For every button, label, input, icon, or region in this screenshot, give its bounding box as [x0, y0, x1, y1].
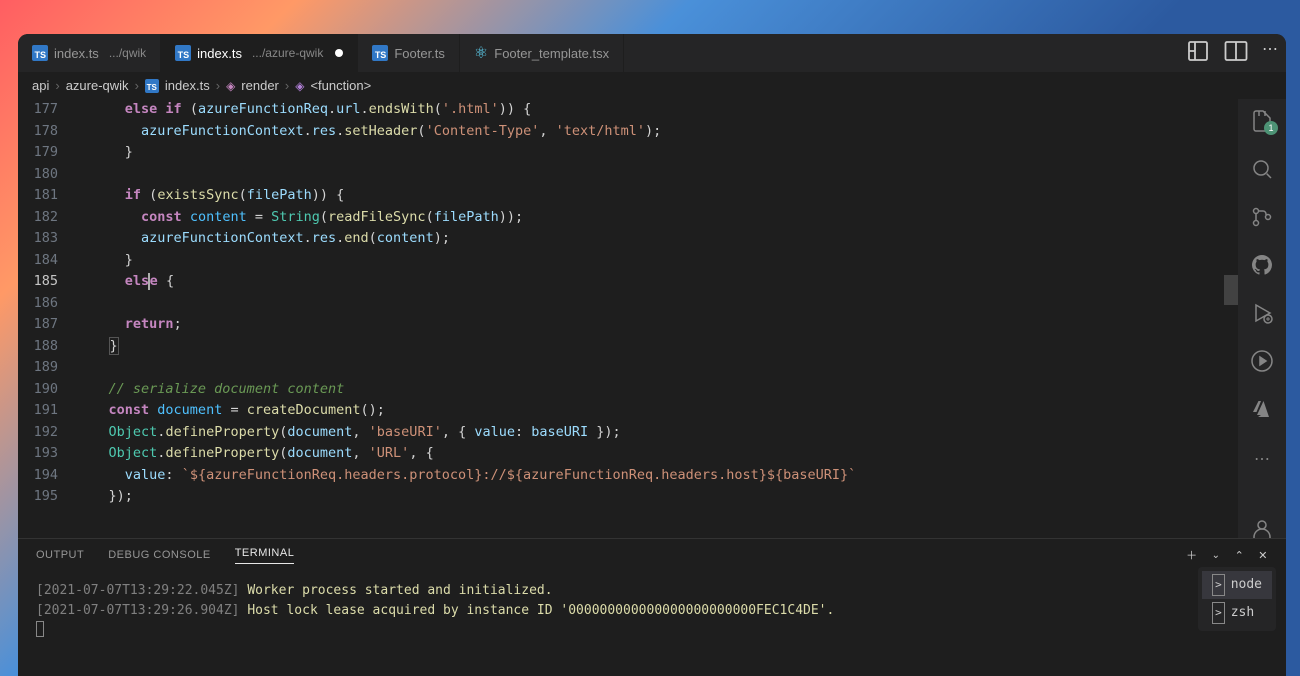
new-terminal-icon[interactable]: ＋ [1186, 547, 1198, 563]
tab-footer-template[interactable]: ⚛ Footer_template.tsx [460, 34, 624, 72]
method-icon: ◈ [226, 79, 235, 93]
tab-footer-ts[interactable]: TS Footer.ts [358, 34, 460, 72]
panel-tabs: OUTPUT DEBUG CONSOLE TERMINAL ＋ ⌄ ⌃ ✕ [18, 539, 1286, 571]
azure-icon[interactable] [1248, 397, 1276, 421]
terminal-timestamp: [2021-07-07T13:29:26.904Z] [36, 603, 240, 618]
tab-path: .../azure-qwik [252, 46, 323, 60]
typescript-icon: TS [145, 79, 159, 93]
compare-changes-icon[interactable] [1186, 39, 1210, 68]
accounts-icon[interactable] [1248, 517, 1276, 538]
minimap-thumb[interactable] [1224, 275, 1238, 305]
explorer-icon[interactable]: 1 [1248, 109, 1276, 133]
terminal-item-label: node [1231, 575, 1262, 595]
play-icon[interactable] [1248, 349, 1276, 373]
typescript-icon: TS [32, 45, 48, 61]
editor-tabs: TS index.ts .../qwik TS index.ts .../azu… [18, 34, 1286, 72]
vscode-window: index.ts — qwik-todo-demo Press Esc to e… [18, 34, 1286, 676]
breadcrumb-item[interactable]: <function> [310, 78, 371, 93]
run-debug-icon[interactable] [1248, 301, 1276, 325]
terminal[interactable]: > node > zsh [2021-07-07T13:29:22.045Z] Wo… [18, 571, 1286, 676]
bottom-panel: OUTPUT DEBUG CONSOLE TERMINAL ＋ ⌄ ⌃ ✕ > n… [18, 538, 1286, 676]
terminal-item-zsh[interactable]: > zsh [1202, 599, 1272, 627]
tab-label: index.ts [54, 46, 99, 61]
tab-index-qwik[interactable]: TS index.ts .../qwik [18, 34, 161, 72]
source-control-icon[interactable] [1248, 205, 1276, 229]
breadcrumb-item[interactable]: api [32, 78, 49, 93]
maximize-panel-icon[interactable]: ⌃ [1235, 549, 1245, 562]
terminal-timestamp: [2021-07-07T13:29:22.045Z] [36, 583, 240, 598]
tab-index-azure-qwik[interactable]: TS index.ts .../azure-qwik [161, 34, 358, 72]
tab-label: Footer_template.tsx [494, 46, 609, 61]
tab-label: index.ts [197, 46, 242, 61]
terminal-line: [2021-07-07T13:29:22.045Z] Worker proces… [36, 581, 1268, 601]
react-icon: ⚛ [474, 43, 488, 63]
tab-path: .../qwik [109, 46, 146, 60]
typescript-icon: TS [175, 45, 191, 61]
breadcrumb-item[interactable]: index.ts [165, 78, 210, 93]
minimap[interactable] [1224, 99, 1238, 538]
chevron-right-icon: › [135, 78, 139, 93]
search-icon[interactable] [1248, 157, 1276, 181]
terminal-list: > node > zsh [1198, 567, 1276, 631]
terminal-item-node[interactable]: > node [1202, 571, 1272, 599]
editor[interactable]: 1771781791801811821831841851861871881891… [18, 99, 1238, 538]
function-icon: ◈ [295, 79, 304, 93]
dirty-indicator-icon [335, 49, 343, 57]
chevron-right-icon: › [285, 78, 289, 93]
chevron-right-icon: › [216, 78, 220, 93]
breadcrumb-item[interactable]: azure-qwik [66, 78, 129, 93]
github-icon[interactable] [1248, 253, 1276, 277]
chevron-right-icon: › [55, 78, 59, 93]
close-panel-icon[interactable]: ✕ [1258, 549, 1268, 562]
badge: 1 [1264, 121, 1278, 135]
terminal-shell-icon: > [1212, 574, 1225, 596]
terminal-shell-icon: > [1212, 602, 1225, 624]
activity-bar: 1 ⋯ [1238, 99, 1286, 538]
typescript-icon: TS [372, 45, 388, 61]
line-number-gutter: 1771781791801811821831841851861871881891… [18, 99, 76, 538]
terminal-cursor-icon [36, 621, 44, 637]
breadcrumb[interactable]: api › azure-qwik › TS index.ts › ◈ rende… [18, 72, 1286, 99]
panel-tab-output[interactable]: OUTPUT [36, 549, 84, 561]
terminal-line: [2021-07-07T13:29:26.904Z] Host lock lea… [36, 601, 1268, 621]
terminal-message: Worker process started and initialized. [247, 583, 552, 598]
breadcrumb-item[interactable]: render [241, 78, 279, 93]
panel-tab-terminal[interactable]: TERMINAL [235, 547, 295, 564]
ellipsis-icon[interactable]: ⋯ [1248, 449, 1276, 469]
code-area[interactable]: else if (azureFunctionReq.url.endsWith('… [76, 99, 1238, 538]
tab-label: Footer.ts [394, 46, 445, 61]
split-editor-icon[interactable] [1224, 39, 1248, 68]
more-actions-icon[interactable]: ⋯ [1262, 39, 1278, 68]
terminal-dropdown-icon[interactable]: ⌄ [1212, 550, 1221, 561]
terminal-item-label: zsh [1231, 603, 1254, 623]
panel-tab-debug-console[interactable]: DEBUG CONSOLE [108, 549, 210, 561]
terminal-message: Host lock lease acquired by instance ID … [247, 603, 834, 618]
